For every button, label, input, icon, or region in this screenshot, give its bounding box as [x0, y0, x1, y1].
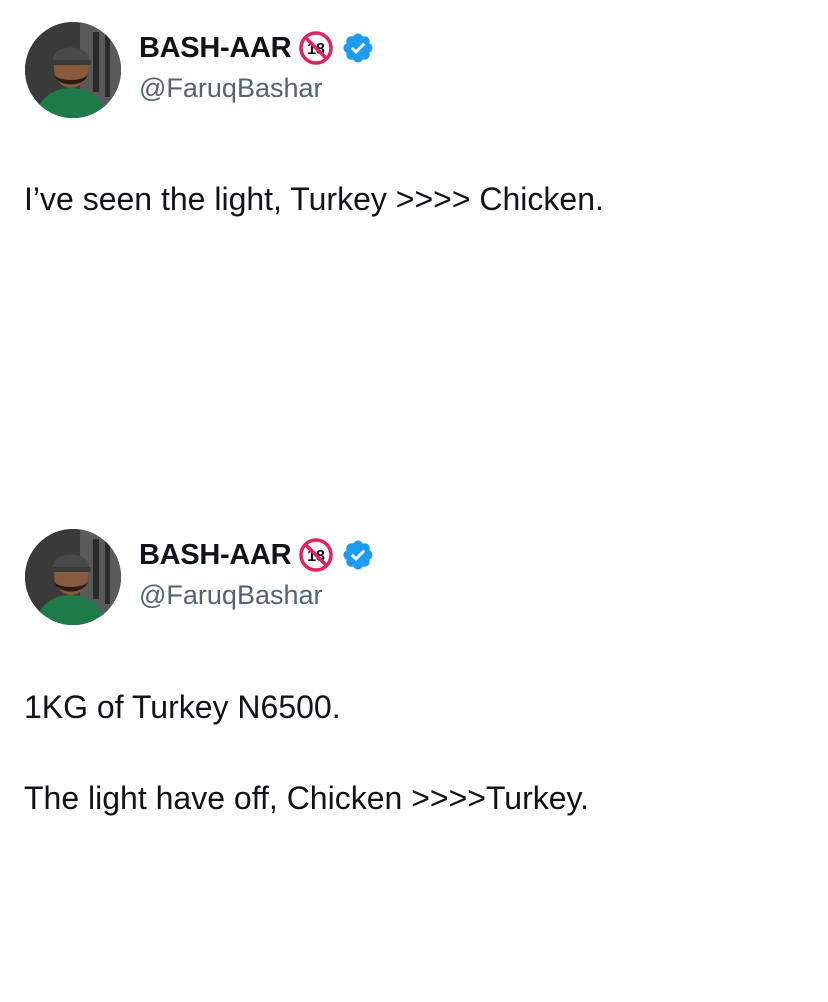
author-handle[interactable]: @FaruqBashar	[139, 582, 323, 609]
avatar-photo	[25, 529, 121, 625]
verified-badge-icon	[341, 31, 375, 65]
author-name-row: BASH-AAR 18	[139, 28, 375, 68]
tweet-text: The light have off, Chicken >>>>Turkey.	[24, 780, 590, 816]
author-name-row: BASH-AAR 18	[139, 535, 375, 575]
author-handle[interactable]: @FaruqBashar	[139, 75, 323, 102]
author-display-name[interactable]: BASH-AAR	[139, 540, 292, 570]
author-display-name[interactable]: BASH-AAR	[139, 33, 292, 63]
avatar[interactable]	[25, 22, 121, 118]
avatar-photo	[25, 22, 121, 118]
verified-badge-icon	[341, 538, 375, 572]
avatar[interactable]	[25, 529, 121, 625]
tweet-text: I’ve seen the light, Turkey >>>> Chicken…	[24, 181, 604, 217]
tweet-text: 1KG of Turkey N6500.	[24, 689, 341, 725]
age-restriction-icon: 18	[299, 538, 334, 572]
age-restriction-icon: 18	[299, 31, 334, 65]
